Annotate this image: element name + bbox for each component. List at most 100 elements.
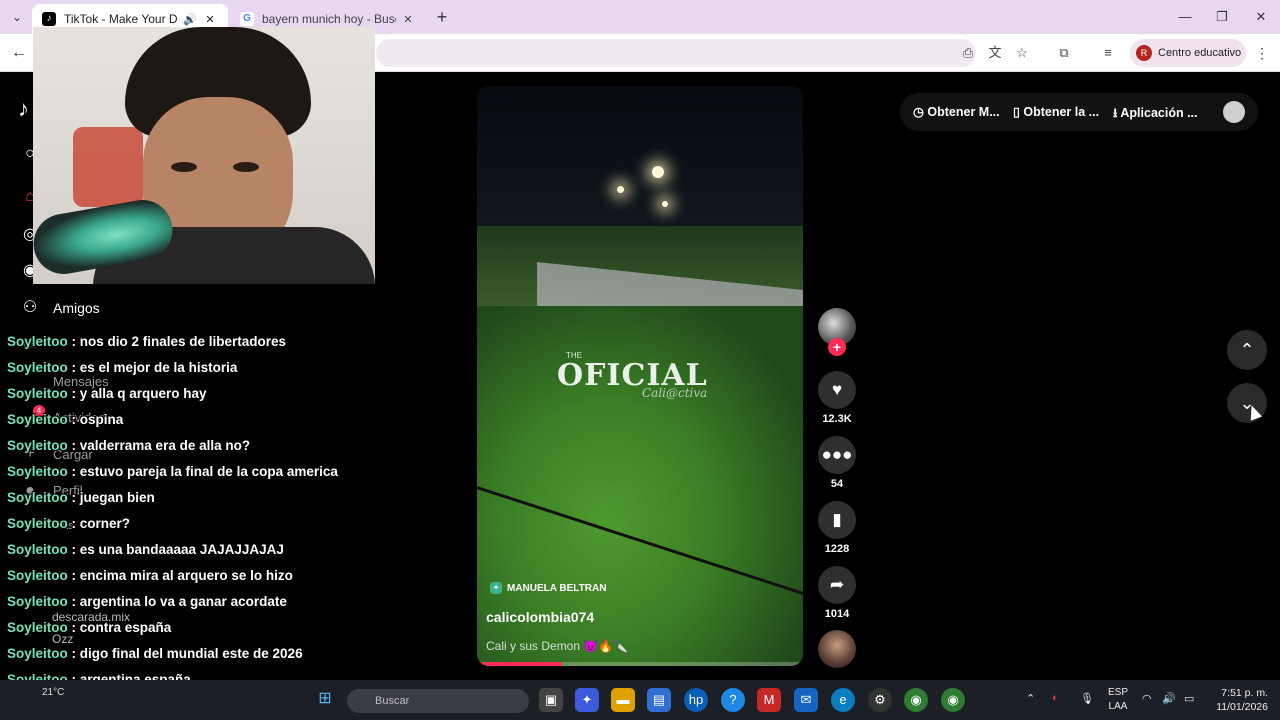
language-code: ESP (1108, 687, 1129, 698)
previous-video-button[interactable]: ⌃ (1227, 330, 1267, 370)
sidebar-item-amigos[interactable]: Amigos (53, 300, 100, 316)
download-app-button[interactable]: ⭳ Aplicación ... (1113, 104, 1198, 125)
task-view-icon[interactable]: ▣ (539, 688, 563, 712)
get-coins-button[interactable]: ◷ Obtener M... (913, 104, 1000, 119)
microphone-icon[interactable]: 🎙 (1080, 692, 1094, 705)
like-count: 12.3K (822, 413, 852, 425)
save-count: 1228 (824, 543, 850, 555)
chat-username: Soyleitoo (7, 542, 68, 557)
share-action[interactable]: ➦ 1014 (818, 566, 856, 620)
follow-plus-icon[interactable]: + (828, 338, 846, 356)
like-action[interactable]: ♥ 12.3K (818, 371, 856, 425)
chat-message: : digo final del mundial este de 2026 (67, 646, 303, 661)
top-right-toolbar: ◷ Obtener M... ▯ Obtener la ... ⭳ Aplica… (900, 93, 1258, 131)
store-icon[interactable]: ▤ (647, 688, 671, 712)
wifi-icon[interactable]: ◠ (1142, 692, 1152, 705)
profile-label: Centro educativo (1158, 47, 1242, 59)
chat-line: Soyleitoo : es el mejor de la historia (7, 360, 237, 380)
clock-time: 7:51 p. m. (1221, 687, 1268, 699)
tab-title: bayern munich hoy - Buscar con Google (262, 12, 396, 26)
location-pin-icon: ⌖ (490, 582, 502, 594)
edge-icon[interactable]: e (831, 688, 855, 712)
install-app-icon[interactable]: ⎙ (958, 43, 978, 63)
comment-icon[interactable]: ●●● (818, 436, 856, 474)
next-video-button[interactable]: ⌄ (1227, 383, 1267, 423)
chat-line: Soyleitoo : encima mira al arquero se lo… (7, 568, 293, 588)
chat-message: : valderrama era de alla no? (67, 438, 251, 453)
chat-line: Soyleitoo : argentina lo va a ganar acor… (7, 594, 287, 614)
chat-username: Soyleitoo (7, 568, 68, 583)
clock-date: 11/01/2026 (1216, 701, 1268, 713)
bookmark-star-icon[interactable]: ☆ (1012, 43, 1032, 63)
keyboard-layout: LAA (1108, 701, 1128, 712)
tiktok-logo-icon[interactable]: ♪ (18, 96, 29, 122)
mcafee-icon[interactable]: M (757, 688, 781, 712)
taskbar-clock[interactable]: 7:51 p. m. 11/01/2026 (1212, 686, 1268, 714)
user-avatar[interactable] (1223, 101, 1245, 123)
chat-line: Soyleitoo : nos dio 2 finales de liberta… (7, 334, 286, 354)
hp-icon[interactable]: hp (684, 688, 708, 712)
profile-avatar: R (1136, 45, 1152, 61)
friends-icon[interactable]: ⚇ (19, 297, 41, 319)
menu-kebab-icon[interactable]: ⋮ (1252, 43, 1272, 63)
location-chip[interactable]: ⌖ MANUELA BELTRAN (490, 580, 606, 596)
settings-gear-icon[interactable]: ⚙ (868, 688, 892, 712)
video-progress-bar[interactable] (477, 662, 803, 666)
profile-button[interactable]: R Centro educativo (1130, 39, 1246, 67)
chat-message: : ospina (67, 412, 124, 427)
support-icon[interactable]: ? (721, 688, 745, 712)
chat-username: Soyleitoo (7, 490, 68, 505)
close-tab-icon[interactable]: ✕ (202, 13, 218, 26)
taskbar-search[interactable]: Buscar (347, 689, 529, 713)
new-tab-button[interactable]: + (432, 7, 452, 27)
close-window-icon[interactable]: ✕ (1246, 6, 1276, 28)
chat-line: Soyleitoo : juegan bien (7, 490, 155, 510)
speaker-icon[interactable]: 🔊 (182, 13, 198, 26)
pill-label: Obtener M... (927, 105, 1000, 119)
comment-action[interactable]: ●●● 54 (818, 436, 856, 490)
chrome-profile-icon[interactable]: ◉ (941, 688, 965, 712)
minimize-icon[interactable]: — (1170, 6, 1200, 28)
chat-line: Soyleitoo : digo final del mundial este … (7, 646, 303, 666)
webcam-overlay (33, 27, 375, 284)
video-streetlight (662, 201, 668, 207)
media-controls-icon[interactable]: ≡ (1098, 43, 1118, 63)
chat-username: Soyleitoo (7, 386, 68, 401)
language-indicator[interactable]: ESP LAA (1108, 686, 1128, 714)
address-bar[interactable] (376, 39, 976, 67)
extensions-icon[interactable]: ⧉ (1054, 43, 1074, 63)
chat-message: : argentina lo va a ganar acordate (67, 594, 287, 609)
tray-chevron-icon[interactable]: ⌃ (1026, 692, 1035, 705)
heart-icon[interactable]: ♥ (818, 371, 856, 409)
copilot-icon[interactable]: ✦ (575, 688, 599, 712)
pill-label: Aplicación ... (1120, 106, 1198, 120)
windows-start-icon[interactable]: ⊞ (315, 689, 335, 709)
bookmark-icon[interactable]: ▮ (818, 501, 856, 539)
video-author[interactable]: calicolombia074 (486, 609, 594, 625)
translate-icon[interactable]: 文 (985, 43, 1005, 63)
tab-search-icon[interactable]: ⌄ (6, 7, 28, 27)
get-app-button[interactable]: ▯ Obtener la ... (1013, 104, 1099, 119)
volume-icon[interactable]: 🔊 (1162, 692, 1176, 705)
tiktok-favicon-icon: ♪ (42, 12, 56, 26)
share-count: 1014 (824, 608, 850, 620)
chrome-icon[interactable]: ◉ (904, 688, 928, 712)
chat-username: Soyleitoo (7, 438, 68, 453)
file-explorer-icon[interactable]: ▬ (611, 688, 635, 712)
webcam-eye (233, 162, 259, 172)
back-arrow-icon[interactable]: ← (8, 42, 30, 64)
tab-title: TikTok - Make Your Day (64, 12, 178, 26)
close-tab-icon[interactable]: ✕ (400, 13, 416, 26)
save-action[interactable]: ▮ 1228 (818, 501, 856, 555)
comment-count: 54 (830, 478, 844, 490)
mail-icon[interactable]: ✉ (794, 688, 818, 712)
restore-icon[interactable]: ❐ (1207, 6, 1237, 28)
share-arrow-icon[interactable]: ➦ (818, 566, 856, 604)
chat-message: : es una bandaaaaa JAJAJJAJAJ (67, 542, 284, 557)
weather-widget[interactable]: 21°C (42, 687, 64, 698)
video-player[interactable]: THE OFICIAL Cali@ctiva ⌖ MANUELA BELTRAN… (477, 86, 803, 666)
tray-antivirus-icon[interactable]: ◐ (1052, 692, 1059, 704)
webcam-eye (171, 162, 197, 172)
music-disc-avatar[interactable] (818, 630, 856, 668)
battery-icon[interactable]: ▭ (1184, 692, 1194, 705)
